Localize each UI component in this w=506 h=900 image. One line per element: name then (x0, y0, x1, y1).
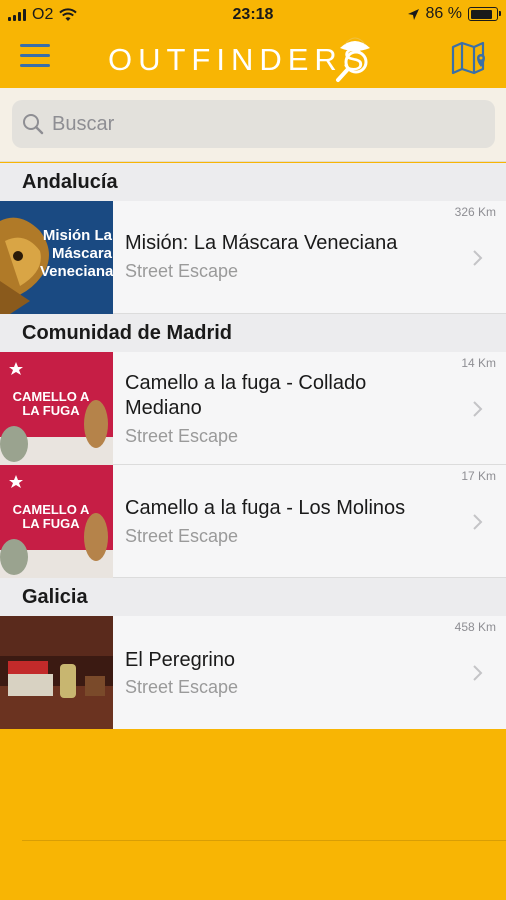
distance-label: 17 Km (461, 469, 496, 483)
thumbnail-text: CAMELLO A LA FUGA (12, 389, 90, 418)
search-icon (23, 114, 44, 135)
chevron-right-icon (473, 250, 483, 266)
status-bar: O2 23:18 86 % (0, 0, 506, 30)
list-item[interactable]: Misión La Máscara Veneciana 326 Km Misió… (0, 201, 506, 314)
thumbnail-camello-molinos: CAMELLO A LA FUGA (0, 465, 113, 578)
search-box[interactable] (12, 100, 495, 148)
item-subtitle: Street Escape (125, 677, 239, 697)
battery-percent: 86 % (425, 5, 462, 22)
section-header-galicia: Galicia (0, 578, 506, 616)
status-right: 86 % (407, 5, 501, 23)
item-title: El Peregrino (125, 649, 236, 671)
item-subtitle: Street Escape (125, 526, 239, 546)
logo-text: OUTFINDERS (108, 42, 370, 77)
list-item[interactable]: CAMELLO A LA FUGA 14 Km Camello a la fug… (0, 352, 506, 465)
thumbnail-camello-collado: CAMELLO A LA FUGA (0, 352, 113, 465)
section-header-andalucia: Andalucía (0, 163, 506, 201)
thumbnail-peregrino (0, 616, 113, 729)
item-subtitle: Street Escape (125, 426, 239, 446)
distance-label: 326 Km (454, 205, 496, 219)
item-title: Camello a la fuga - Collado Mediano (125, 372, 367, 419)
battery-fill (470, 9, 492, 19)
chevron-right-icon (473, 514, 483, 530)
chevron-right-icon (473, 401, 483, 417)
chevron-right-icon (473, 665, 483, 681)
distance-label: 14 Km (461, 356, 496, 370)
section-header-madrid: Comunidad de Madrid (0, 314, 506, 352)
divider (22, 840, 506, 841)
app-logo: OUTFINDERS (108, 37, 370, 82)
item-title: Misión: La Máscara Veneciana (125, 232, 398, 254)
list-item[interactable]: CAMELLO A LA FUGA 17 Km Camello a la fug… (0, 465, 506, 578)
nav-bar: OUTFINDERS (0, 30, 506, 88)
battery-icon (468, 7, 501, 21)
item-title: Camello a la fuga - Los Molinos (125, 497, 406, 519)
search-input[interactable] (52, 112, 472, 136)
item-subtitle: Street Escape (125, 261, 239, 281)
search-area (0, 88, 506, 162)
detective-hat-icon (335, 37, 370, 82)
thumbnail-text: CAMELLO A LA FUGA (12, 502, 90, 531)
thumbnail-mascara: Misión La Máscara Veneciana (0, 201, 113, 314)
hamburger-menu-icon[interactable] (20, 44, 54, 72)
distance-label: 458 Km (454, 620, 496, 634)
thumbnail-text: Misión La Máscara Veneciana (40, 227, 113, 280)
list-item[interactable]: 458 Km El Peregrino Street Escape (0, 616, 506, 729)
map-icon[interactable] (450, 40, 486, 76)
location-arrow-icon (407, 8, 419, 20)
escape-list: Andalucía Misión La Máscara Veneciana 32… (0, 163, 506, 729)
